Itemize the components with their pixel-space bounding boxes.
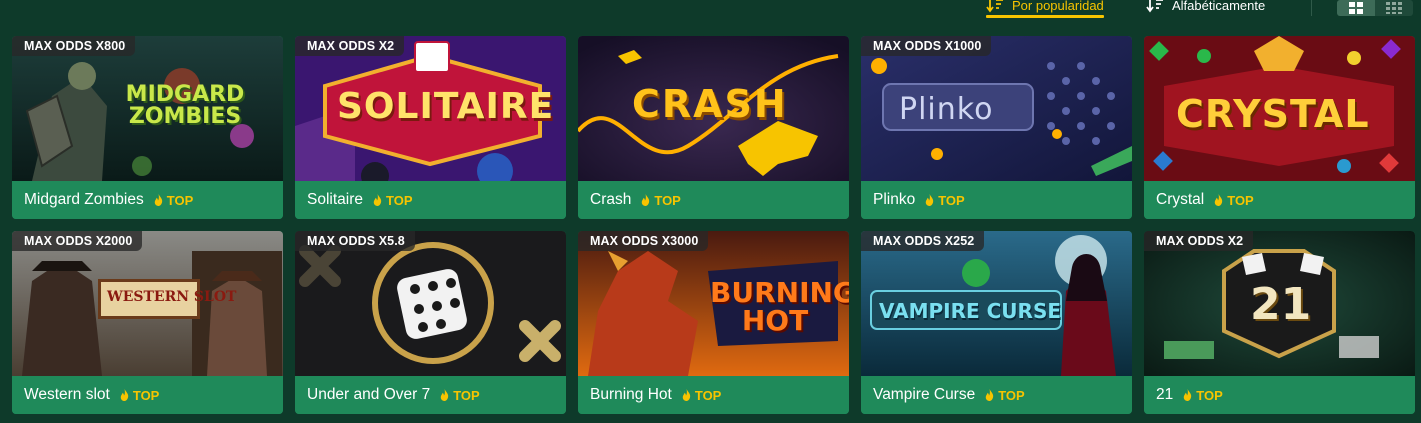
- game-caption: Vampire Curse TOP: [861, 376, 1132, 414]
- sort-alphabetically[interactable]: Alfabéticamente: [1146, 0, 1265, 16]
- game-thumbnail: SOLITAIRE: [295, 36, 566, 181]
- sort-popularity-label: Por popularidad: [1012, 0, 1104, 13]
- game-card-burning-hot[interactable]: BURNING HOT MAX ODDS X3000 Burning Hot T…: [578, 231, 849, 414]
- game-name: Crystal: [1156, 191, 1205, 208]
- game-art-title: VAMPIRE CURSE: [879, 299, 1062, 323]
- flame-icon: [120, 389, 129, 401]
- game-name: 21: [1156, 386, 1174, 403]
- game-caption: Midgard Zombies TOP: [12, 181, 283, 219]
- flame-icon: [985, 389, 994, 401]
- top-tag: TOP: [641, 193, 681, 208]
- sort-alpha-icon: [1146, 0, 1163, 13]
- top-tag: TOP: [1214, 193, 1254, 208]
- game-art-title: CRASH: [632, 82, 788, 126]
- game-art-title: BURNING HOT: [710, 276, 849, 337]
- game-caption: 21 TOP: [1144, 376, 1415, 414]
- sort-bar: Por popularidad Alfabéticamente: [0, 0, 1421, 22]
- flame-icon: [154, 194, 162, 206]
- game-thumbnail: WESTERN SLOT: [12, 231, 283, 376]
- game-caption: Solitaire TOP: [295, 181, 566, 219]
- game-card-crystal[interactable]: CRYSTAL Crystal TOP: [1144, 36, 1415, 219]
- max-odds-badge: MAX ODDS X800: [12, 36, 136, 56]
- flame-icon: [1215, 194, 1223, 206]
- sort-alpha-label: Alfabéticamente: [1172, 0, 1266, 13]
- game-name: Plinko: [873, 191, 916, 208]
- sort-descending-icon: [986, 0, 1003, 13]
- game-thumbnail: CRYSTAL: [1144, 36, 1415, 181]
- sort-by-popularity[interactable]: Por popularidad: [986, 0, 1104, 18]
- game-caption: Crystal TOP: [1144, 181, 1415, 219]
- game-card-western-slot[interactable]: WESTERN SLOT MAX ODDS X2000 Western slot…: [12, 231, 283, 414]
- flame-icon: [682, 389, 691, 401]
- max-odds-badge: MAX ODDS X2000: [12, 231, 143, 251]
- top-tag: TOP: [440, 388, 480, 403]
- top-tag: TOP: [373, 193, 413, 208]
- flame-icon: [925, 194, 934, 206]
- game-caption: Western slot TOP: [12, 376, 283, 414]
- game-name: Midgard Zombies: [24, 191, 144, 208]
- large-grid-icon: [1349, 2, 1363, 14]
- max-odds-badge: MAX ODDS X2: [1144, 231, 1254, 251]
- game-caption: Plinko TOP: [861, 181, 1132, 219]
- game-art-title: MIDGARD ZOMBIES: [125, 82, 245, 129]
- top-tag: TOP: [154, 193, 193, 208]
- game-name: Under and Over 7: [307, 386, 431, 403]
- game-thumbnail: VAMPIRE CURSE: [861, 231, 1132, 376]
- game-caption: Crash TOP: [578, 181, 849, 219]
- max-odds-badge: MAX ODDS X1000: [861, 36, 992, 56]
- game-art-title: SOLITAIRE: [337, 86, 555, 127]
- max-odds-badge: MAX ODDS X5.8: [295, 231, 415, 251]
- game-name: Burning Hot: [590, 386, 672, 403]
- game-caption: Under and Over 7 TOP: [295, 376, 566, 414]
- large-grid-view-button[interactable]: [1337, 0, 1375, 16]
- max-odds-badge: MAX ODDS X3000: [578, 231, 709, 251]
- top-tag: TOP: [682, 388, 721, 403]
- flame-icon: [373, 194, 382, 206]
- game-card-plinko[interactable]: Plinko MAX ODDS X1000 Plinko TOP: [861, 36, 1132, 219]
- flame-icon: [440, 389, 449, 401]
- game-card-under-and-over-7[interactable]: MAX ODDS X5.8 Under and Over 7 TOP: [295, 231, 566, 414]
- game-thumbnail: 21: [1144, 231, 1415, 376]
- game-art-title: CRYSTAL: [1176, 92, 1370, 136]
- game-thumbnail: Plinko: [861, 36, 1132, 181]
- divider: [1311, 0, 1312, 16]
- game-card-crash[interactable]: CRASH Crash TOP: [578, 36, 849, 219]
- game-card-21[interactable]: 21 MAX ODDS X2 21 TOP: [1144, 231, 1415, 414]
- game-thumbnail: BURNING HOT: [578, 231, 849, 376]
- flame-icon: [1184, 389, 1192, 401]
- max-odds-badge: MAX ODDS X252: [861, 231, 985, 251]
- game-thumbnail: MIDGARD ZOMBIES: [12, 36, 283, 181]
- flame-icon: [642, 194, 650, 206]
- game-name: Crash: [590, 191, 632, 208]
- top-tag: TOP: [120, 388, 159, 403]
- top-tag: TOP: [925, 193, 965, 208]
- top-tag: TOP: [1183, 388, 1223, 403]
- game-art-title: WESTERN SLOT: [107, 289, 237, 305]
- game-card-vampire-curse[interactable]: VAMPIRE CURSE MAX ODDS X252 Vampire Curs…: [861, 231, 1132, 414]
- game-thumbnail: CRASH: [578, 36, 849, 181]
- top-tag: TOP: [985, 388, 1025, 403]
- max-odds-badge: MAX ODDS X2: [295, 36, 405, 56]
- game-caption: Burning Hot TOP: [578, 376, 849, 414]
- game-name: Solitaire: [307, 191, 363, 208]
- small-grid-icon: [1386, 2, 1402, 14]
- view-toggle: [1337, 0, 1413, 16]
- game-art-title: 21: [1250, 279, 1312, 330]
- game-card-solitaire[interactable]: SOLITAIRE MAX ODDS X2 Solitaire TOP: [295, 36, 566, 219]
- active-sort-indicator: [986, 15, 1104, 18]
- game-name: Western slot: [24, 386, 110, 403]
- game-name: Vampire Curse: [873, 386, 976, 403]
- small-grid-view-button[interactable]: [1375, 0, 1413, 16]
- game-art-title: Plinko: [899, 92, 994, 127]
- game-card-midgard-zombies[interactable]: MIDGARD ZOMBIES MAX ODDS X800 Midgard Zo…: [12, 36, 283, 219]
- game-thumbnail: [295, 231, 566, 376]
